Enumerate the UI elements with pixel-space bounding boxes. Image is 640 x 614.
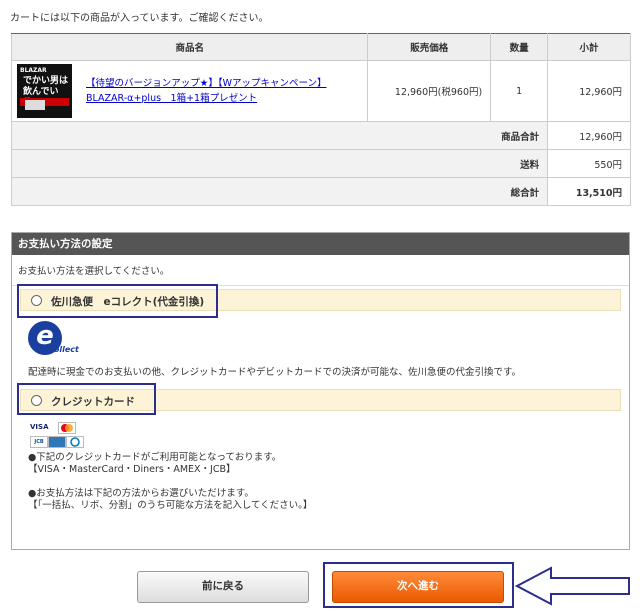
summary-row-products: 商品合計 12,960円 [10,121,631,150]
col-header-price: 販売価格 [367,33,492,61]
thumb-product-box [25,100,45,110]
summary-label: 総合計 [10,177,549,206]
payment-section-title: お支払い方法の設定 [12,233,629,255]
back-button[interactable]: 前に戻る [137,571,309,603]
left-arrow-icon [515,566,630,606]
col-header-subtotal: 小計 [547,33,631,61]
summary-value: 12,960円 [547,121,631,150]
amex-card-icon [48,436,66,448]
product-price: 12,960円(税960円) [367,60,492,122]
col-header-product: 商品名 [10,33,369,61]
col-header-qty: 数量 [490,33,549,61]
ecollect-logo-text: Collect [48,345,79,354]
product-subtotal: 12,960円 [547,60,631,122]
product-thumbnail[interactable]: BLAZAR でかい男は 飲んでいる!! [17,64,72,118]
cart-intro-text: カートには以下の商品が入っています。ご確認ください。 [10,13,269,24]
product-qty: 1 [490,60,549,122]
summary-row-shipping: 送料 550円 [10,149,631,178]
next-highlight-box [323,562,514,608]
product-name-link[interactable]: 【待望のバージョンアップ★】【Wアップキャンペーン】 BLAZAR-α+plus… [86,76,327,106]
credit-note-1: ●下記のクレジットカードがご利用可能となっております。 [28,452,282,463]
credit-note-2: 【VISA・MasterCard・Diners・AMEX・JCB】 [28,464,236,475]
summary-row-total: 総合計 13,510円 [10,177,631,206]
ecollect-logo: e Collect [28,321,98,363]
product-name-line2: BLAZAR-α+plus 1箱+1箱プレゼント [86,93,258,104]
jcb-card-icon: JCB [30,436,48,448]
cart-table: 商品名 販売価格 数量 小計 BLAZAR でかい男は 飲んでいる!! 【待望の… [10,33,631,206]
visa-card-icon: VISA [30,423,49,431]
product-name-line1: 【待望のバージョンアップ★】【Wアップキャンペーン】 [86,78,327,89]
summary-value: 550円 [547,149,631,178]
summary-label: 商品合計 [10,121,549,150]
mastercard-icon [58,422,76,434]
thumb-line1: でかい男は [23,76,69,86]
credit-note-4: 【「一括払、リボ、分割」のうち可能な方法を記入してください。】 [28,500,313,511]
cart-item-row: BLAZAR でかい男は 飲んでいる!! 【待望のバージョンアップ★】【Wアップ… [10,60,631,122]
credit-card-logos: VISA JCB [30,422,90,452]
ecollect-highlight-box [17,284,218,318]
diners-card-icon [66,436,84,448]
credit-highlight-box [17,383,156,415]
summary-label: 送料 [10,149,549,178]
payment-instruction: お支払い方法を選択してください。 [12,255,629,286]
credit-note-3: ●お支払方法は下記の方法からお選びいただけます。 [28,488,254,499]
credit-notes: ●下記のクレジットカードがご利用可能となっております。 【VISA・Master… [28,452,312,512]
ecollect-description: 配達時に現金でのお支払いの他、クレジットカードやデビットカードでの決済が可能な、… [28,367,522,378]
cart-header-row: 商品名 販売価格 数量 小計 [10,33,631,61]
thumb-logo-text: BLAZAR [20,67,47,74]
summary-value: 13,510円 [547,177,631,206]
